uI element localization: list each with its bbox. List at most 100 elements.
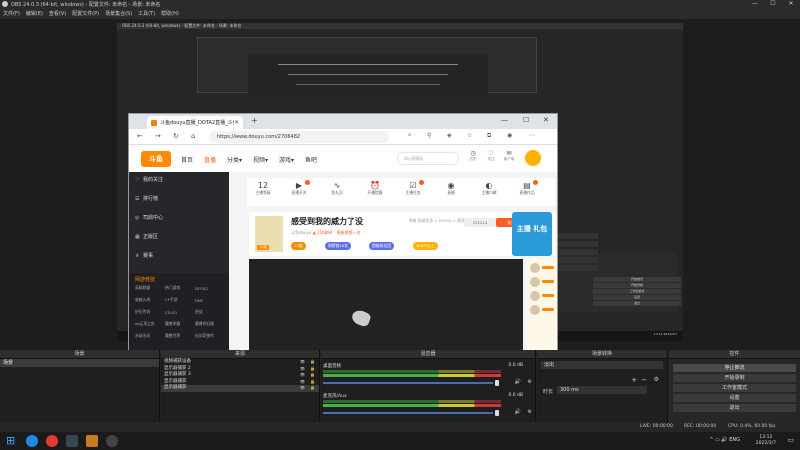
category-link[interactable]: 魔兽怀旧服 xyxy=(195,321,225,327)
streamer-avatar[interactable]: 10级 xyxy=(255,216,283,252)
tag-viewers[interactable]: 300人以上 xyxy=(413,242,438,250)
exit-button[interactable]: 退出 xyxy=(673,404,796,412)
close-button[interactable]: ✕ xyxy=(782,0,800,8)
steam-icon[interactable] xyxy=(66,435,78,447)
add-icon[interactable]: + xyxy=(631,376,637,384)
eye-icon[interactable]: 👁 xyxy=(300,385,305,392)
site-search-input[interactable]: Sky直播间 xyxy=(397,152,459,165)
gear-icon[interactable]: ⚙ xyxy=(654,376,659,383)
menu-help[interactable]: 帮助(H) xyxy=(161,10,179,17)
chat-item[interactable] xyxy=(530,291,556,303)
category-link[interactable]: 穿越火线 xyxy=(135,297,165,303)
volume-slider[interactable] xyxy=(323,382,493,384)
category-link[interactable]: 热门游戏 xyxy=(165,285,195,291)
system-tray[interactable]: ^ ▭ 🔊 ENG xyxy=(709,437,740,443)
sidebar-item-center[interactable]: ◎ 司鼎中心 xyxy=(135,214,163,221)
browser-minimize-button[interactable]: — xyxy=(501,116,508,124)
home-icon[interactable]: ⌂ xyxy=(191,132,195,140)
category-link[interactable]: lol云顶之弈 xyxy=(135,321,165,327)
category-link[interactable]: 逆战 xyxy=(195,309,225,315)
video-player[interactable] xyxy=(249,259,523,362)
tool-live-switch[interactable]: ▶ 直播开关 xyxy=(285,180,313,196)
tag-fans[interactable]: 超级粉丝团 xyxy=(369,242,394,250)
more-icon[interactable]: ⋯ xyxy=(529,132,535,139)
tool-live[interactable]: ◉ 直播 xyxy=(437,181,465,196)
nav-yuba[interactable]: 鱼吧 xyxy=(305,155,317,164)
nav-live[interactable]: 直播 xyxy=(204,155,216,164)
edge-icon[interactable] xyxy=(26,435,38,447)
gear-icon[interactable]: ⚙ xyxy=(528,409,532,415)
sidebar-item-rank[interactable]: ☰ 排行榜 xyxy=(135,195,158,202)
stop-streaming-button[interactable]: 停止推流 xyxy=(673,364,796,372)
host-name[interactable]: 斗鱼douyu xyxy=(291,230,311,235)
category-link[interactable]: 炉石传说 xyxy=(135,309,165,315)
profile-icon[interactable]: ◉ xyxy=(507,132,512,139)
browser-tab[interactable]: 斗鱼douyu直播_DOTA2直播_斗鱼 ✕ xyxy=(147,116,243,129)
menu-profile[interactable]: 配置文件(P) xyxy=(72,10,99,17)
collections-icon[interactable]: ⧉ xyxy=(487,132,491,140)
lock-icon[interactable]: 🔒 xyxy=(310,385,315,392)
obs-taskbar-icon[interactable] xyxy=(106,435,118,447)
menu-scene-collection[interactable]: 场景集合(S) xyxy=(105,10,132,17)
browser-close-button[interactable]: ✕ xyxy=(543,116,549,124)
taskbar-clock[interactable]: 13:12 2022/3/7 xyxy=(756,435,776,447)
category-link[interactable]: 永劫无间 xyxy=(135,333,165,339)
speaker-icon[interactable]: 🔊 xyxy=(515,409,521,415)
app-icon[interactable] xyxy=(46,435,58,447)
menu-edit[interactable]: 编辑(E) xyxy=(26,10,43,17)
app-icon[interactable] xyxy=(86,435,98,447)
gear-icon[interactable]: ⚙ xyxy=(528,379,532,385)
url-field[interactable]: https://www.douyu.com/2706482 xyxy=(209,131,389,143)
maximize-button[interactable]: ☐ xyxy=(764,0,782,8)
transition-select[interactable]: 淡出 xyxy=(541,361,663,369)
menu-file[interactable]: 文件(F) xyxy=(3,10,20,17)
nav-video[interactable]: 视频▾ xyxy=(253,155,268,164)
extension-icon[interactable]: ◈ xyxy=(447,132,452,139)
category-link[interactable]: DOTA2 xyxy=(195,286,225,291)
volume-knob[interactable] xyxy=(495,410,499,416)
volume-slider[interactable] xyxy=(323,412,493,414)
menu-tools[interactable]: 工具(T) xyxy=(138,10,155,17)
start-recording-button[interactable]: 开始录制 xyxy=(673,374,796,382)
minimize-button[interactable]: — xyxy=(746,0,764,8)
category-link[interactable]: CF手游 xyxy=(165,297,195,303)
forward-icon[interactable]: → xyxy=(155,132,161,140)
tool-reputation[interactable]: ◐ 主播口碑 xyxy=(475,181,503,196)
chat-item[interactable] xyxy=(530,263,556,275)
tool-anchor-level[interactable]: 12 主播等级 xyxy=(249,181,277,196)
user-avatar[interactable] xyxy=(525,150,541,166)
refresh-icon[interactable]: ↻ xyxy=(173,132,179,140)
tool-fishball[interactable]: ∿ 鱼丸回 xyxy=(323,181,351,196)
chat-item[interactable] xyxy=(530,305,556,317)
browser-maximize-button[interactable]: ☐ xyxy=(523,116,529,124)
source-item[interactable]: 显示器捕获 👁 🔒 xyxy=(161,385,319,392)
volume-knob[interactable] xyxy=(495,380,499,386)
category-link[interactable]: 英雄联盟 xyxy=(135,285,165,291)
category-link[interactable]: DNF xyxy=(195,298,225,303)
obs-preview[interactable]: OBS 24.0.3 (64-bit, windows) - 配置文件: 未命名… xyxy=(0,19,800,363)
tool-works[interactable]: ▤ 直播作品 xyxy=(513,180,541,196)
follow-icon[interactable]: ♡ 关注 xyxy=(483,150,499,162)
bookmark-star-icon[interactable]: ☆ xyxy=(467,132,472,139)
menu-view[interactable]: 查看(V) xyxy=(49,10,66,17)
category-link[interactable]: 魔兽世界 xyxy=(165,333,195,339)
notification-icon[interactable]: ▭ xyxy=(787,436,794,444)
tool-tasks[interactable]: ☑ 主播任务 xyxy=(399,180,427,196)
tag-weekly[interactable]: 周榜前20名 xyxy=(325,242,352,250)
tool-reminder[interactable]: ⏰ 开播提醒 xyxy=(361,181,389,196)
category-link[interactable]: 魔兽争霸 xyxy=(165,321,195,327)
promo-badge[interactable]: 主播 礼包 xyxy=(512,212,552,256)
nav-home[interactable]: 首页 xyxy=(181,155,193,164)
remove-icon[interactable]: − xyxy=(641,376,647,384)
douyu-logo[interactable]: 斗鱼 xyxy=(141,151,171,167)
sidebar-item-events[interactable]: ♕ 赛事 xyxy=(135,252,153,259)
category-link[interactable]: 仙剑奇侠传 xyxy=(195,333,225,339)
new-tab-button[interactable]: + xyxy=(251,116,258,125)
windows-start-icon[interactable]: ⊞ xyxy=(6,435,18,447)
client-icon[interactable]: ✉ 客户端 xyxy=(501,150,517,162)
category-link[interactable]: CS:GO xyxy=(165,310,195,315)
extension-icon[interactable]: ⚲ xyxy=(427,132,431,139)
chat-item[interactable] xyxy=(530,277,556,289)
back-icon[interactable]: ← xyxy=(137,132,143,140)
settings-button[interactable]: 设置 xyxy=(673,394,796,402)
